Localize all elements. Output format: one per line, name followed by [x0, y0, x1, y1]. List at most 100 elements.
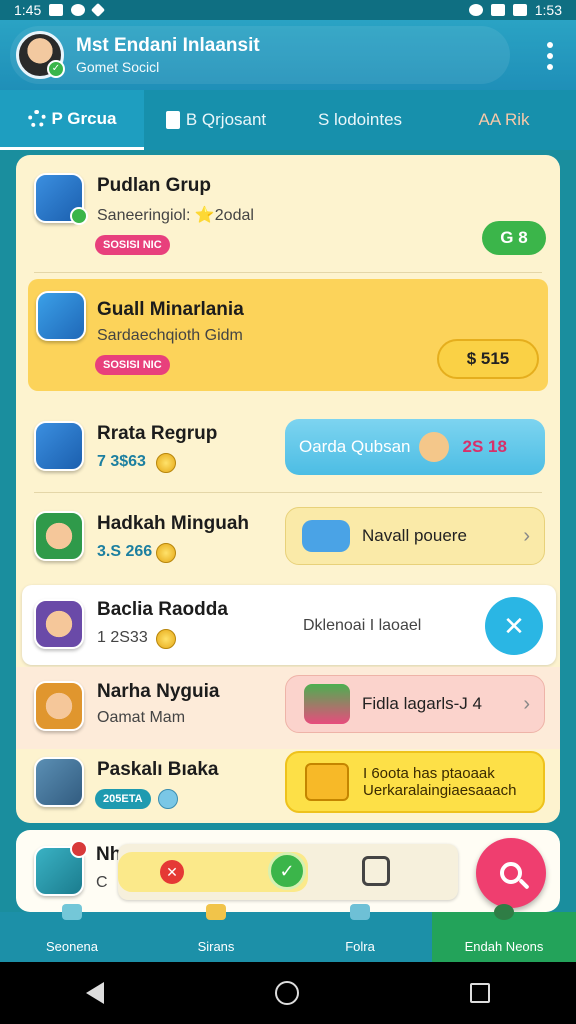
navigation-chip[interactable]: Navall pouere ›: [285, 507, 545, 565]
promo-chip[interactable]: Oarda Qubsan 2S 18: [285, 419, 545, 475]
avatar-icon: [34, 599, 84, 649]
chip-label: I 6oota has ptaoaak Uerkaralaingiaesaaac…: [363, 765, 517, 799]
gem-icon: [158, 789, 178, 809]
chip-value: 2S 18: [462, 437, 507, 456]
list-item-highlighted[interactable]: Guall Minarlania Sardaechqioth Gidm SOSI…: [28, 279, 548, 391]
signal-icon: [490, 4, 505, 16]
tab-requests[interactable]: B Qrjosant: [144, 90, 288, 150]
avatar-icon: [34, 511, 84, 561]
search-button[interactable]: [476, 838, 546, 908]
location-icon: [468, 4, 483, 16]
item-note: Dklenoai I laoael: [303, 617, 422, 634]
item-title: Narha Nyguia: [97, 681, 220, 702]
treasure-icon: [36, 291, 86, 341]
nav-item-home[interactable]: Seonena: [0, 904, 144, 962]
check-badge-icon: [70, 207, 88, 225]
nav-label: Folra: [345, 939, 375, 954]
document-icon: [165, 111, 180, 129]
tab-label: B Qrjosant: [185, 110, 267, 129]
tag-icon: [91, 2, 106, 18]
search-icon: [500, 862, 522, 884]
notification-badge-icon: [70, 840, 88, 858]
item-title: Paskalı Bıaka: [97, 759, 219, 780]
treasure-map-icon: [305, 763, 349, 801]
cancel-icon[interactable]: ✕: [160, 860, 184, 884]
home-button-icon[interactable]: [274, 981, 299, 1005]
vehicle-icon: [302, 520, 350, 552]
tab-groups[interactable]: P Grcua: [0, 90, 144, 150]
confirm-check-icon[interactable]: ✓: [268, 852, 306, 890]
tab-label: AA Rik: [478, 110, 530, 129]
chip-label: Navall pouere: [362, 526, 467, 545]
nav-label: Sirans: [197, 939, 235, 954]
item-subtitle: 7 3$63: [97, 453, 146, 470]
coin-icon: [156, 629, 176, 649]
battery-icon: [512, 4, 527, 16]
feed-chip[interactable]: Fidla lagarls-J 4 ›: [285, 675, 545, 733]
chevron-right-icon: ›: [523, 524, 530, 547]
item-subtitle: Sardaechqioth Gidm: [97, 327, 243, 344]
item-subtitle: 1 2S33: [97, 629, 148, 646]
item-subtitle: Oamat Mam: [97, 709, 186, 726]
group-action-button[interactable]: G 8: [482, 221, 546, 255]
sync-icon: [71, 4, 86, 16]
chip-label: Fidla lagarls-J 4: [362, 694, 482, 713]
star-icon: [206, 904, 226, 920]
group-list: Pudlan Grup Saneeringiol: ⭐2odal SOSISI …: [16, 155, 560, 823]
promo-banner-chip[interactable]: I 6oota has ptaoaak Uerkaralaingiaesaaac…: [285, 751, 545, 813]
coin-icon: [156, 453, 176, 473]
status-bar: 1:45 1:53: [0, 0, 576, 20]
clock: 1:45: [14, 2, 42, 18]
item-subtitle: Saneeringiol: ⭐2odal: [97, 207, 254, 224]
tab-lodointes[interactable]: S lodointes: [288, 90, 432, 150]
nav-label: Endah Neons: [464, 939, 544, 954]
close-x-button[interactable]: ✕: [485, 597, 543, 655]
list-item[interactable]: Hadkah Minguah 3.S 266 Navall pouere ›: [16, 495, 560, 583]
nav-label: Seonena: [45, 939, 99, 954]
chip-label: Oarda Qubsan: [299, 437, 411, 456]
brush-icon: [34, 421, 84, 471]
coin-icon: [156, 543, 176, 563]
folder-icon: [350, 904, 370, 920]
bottom-nav: Seonena Sirans Folra Endah Neons: [0, 904, 576, 962]
price-button[interactable]: $ 515: [437, 339, 539, 379]
back-icon[interactable]: [85, 982, 104, 1004]
system-nav-bar: [0, 962, 576, 1024]
list-item[interactable]: Paskalı Bıaka 205ETA I 6oota has ptaoaak…: [16, 743, 560, 823]
divider: [34, 272, 542, 273]
item-title: Rrata Regrup: [97, 423, 218, 444]
nav-item-neons[interactable]: Endah Neons: [432, 904, 576, 962]
list-item[interactable]: Narha Nyguia Oamat Mam Fidla lagarls-J 4…: [16, 667, 560, 749]
battery-time: 1:53: [534, 2, 562, 18]
nav-item-folder[interactable]: Folra: [288, 904, 432, 962]
list-item[interactable]: Pudlan Grup Saneeringiol: ⭐2odal SOSISI …: [16, 155, 560, 273]
robot-icon: [34, 757, 84, 807]
item-subtitle: C: [96, 874, 108, 891]
avatar[interactable]: ✓: [16, 31, 65, 79]
status-badge: SOSISI NIC: [95, 235, 170, 255]
gift-icon: [304, 684, 350, 724]
list-item-selected[interactable]: Baclia Raodda 1 2S33 Dklenoai I laoael ✕: [22, 585, 556, 665]
tab-rik[interactable]: AA Rik: [432, 90, 576, 150]
image-icon: [49, 4, 64, 16]
recents-icon[interactable]: [470, 983, 491, 1003]
tab-bar: P Grcua B Qrjosant S lodointes AA Rik: [0, 90, 576, 150]
builder-avatar-icon: [418, 432, 449, 462]
verified-icon: ✓: [47, 60, 65, 78]
page-subtitle: Gomet Socicl: [76, 59, 160, 75]
item-title: Hadkah Minguah: [97, 513, 250, 534]
overflow-menu-icon[interactable]: [544, 42, 556, 70]
item-title: Guall Minarlania: [97, 299, 244, 320]
camera-icon[interactable]: [362, 856, 390, 886]
chevron-right-icon: ›: [523, 692, 530, 715]
item-title: Pudlan Grup: [97, 175, 211, 196]
item-subtitle: 3.S 266: [97, 543, 153, 560]
page-title: Mst Endani Inlaansit: [76, 35, 260, 56]
gear-icon: [27, 109, 46, 128]
home-icon: [62, 904, 82, 920]
list-item[interactable]: Rrata Regrup 7 3$63 Oarda Qubsan 2S 18: [16, 401, 560, 491]
nav-item-stars[interactable]: Sirans: [144, 904, 288, 962]
profile-icon: [494, 904, 514, 920]
avatar-icon: [34, 681, 84, 731]
divider: [34, 492, 542, 493]
